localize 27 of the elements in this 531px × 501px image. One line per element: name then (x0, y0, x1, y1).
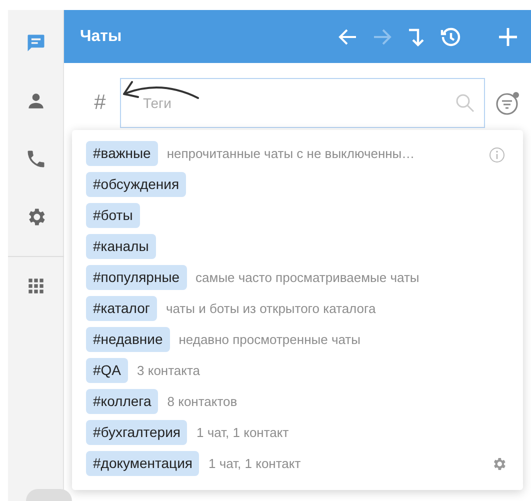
tag-description: чаты и боты из открытого каталога (166, 300, 376, 318)
tag-description: непрочитанные чаты с не выключенны… (166, 144, 415, 163)
filter-icon (495, 90, 521, 116)
chat-icon (24, 32, 46, 54)
tag-chip[interactable]: #каналы (86, 234, 156, 259)
search-icon (455, 93, 475, 113)
tag-description: 8 контактов (167, 392, 238, 411)
tag-chip[interactable]: #важные (86, 141, 158, 166)
tag-chip[interactable]: #документация (86, 451, 200, 476)
hash-prefix: # (93, 90, 107, 116)
tag-search-field[interactable]: Теги (120, 78, 485, 128)
tag-description: самые часто просматриваемые чаты (196, 268, 420, 287)
tag-description: недавно просмотренные чаты (178, 330, 360, 349)
tag-chip[interactable]: #коллега (86, 389, 158, 414)
settings-icon[interactable] (491, 456, 507, 472)
tag-chip[interactable]: #недавние (86, 327, 170, 352)
info-icon[interactable] (489, 147, 505, 163)
tag-chip[interactable]: #бухгалтерия (86, 420, 188, 445)
tag-chip[interactable]: #популярные (86, 265, 187, 290)
tag-chip[interactable]: #боты (86, 203, 140, 228)
tag-description: 1 чат, 1 контакт (196, 424, 289, 442)
tag-chip[interactable]: #QA (86, 358, 128, 383)
tag-description: 1 чат, 1 контакт (208, 454, 301, 473)
tag-chip[interactable]: #каталог (86, 296, 157, 321)
tag-description: 3 контакта (137, 362, 200, 380)
header-title: Чаты (80, 26, 122, 46)
tag-chip[interactable]: #обсуждения (86, 172, 186, 197)
